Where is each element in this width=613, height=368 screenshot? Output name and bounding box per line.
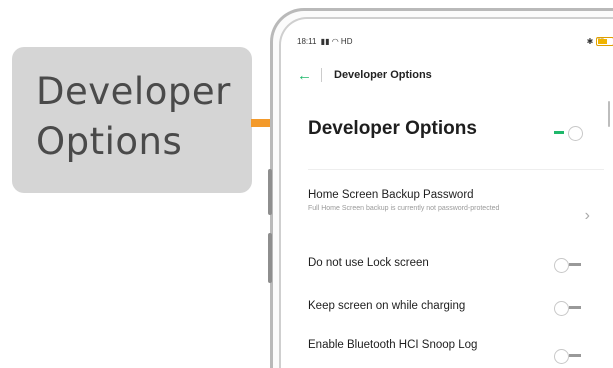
page-title: Developer Options <box>334 69 432 81</box>
volume-button <box>268 169 272 215</box>
section-title: Developer Options <box>308 118 477 139</box>
item-title: Home Screen Backup Password <box>308 189 474 201</box>
battery-icon <box>596 37 613 46</box>
status-time: 18:11 ▮▮ ◠ HD <box>297 37 353 46</box>
divider <box>308 169 604 170</box>
item-description: Full Home Screen backup is currently not… <box>308 205 500 212</box>
power-button <box>268 233 272 283</box>
chevron-right-icon: › <box>584 207 590 224</box>
phone-screen: 18:11 ▮▮ ◠ HD ✱ 77 ← Developer Options D… <box>279 17 613 368</box>
callout-text: Developer Options <box>36 70 231 163</box>
list-item-bluetooth-hci[interactable]: Enable Bluetooth HCI Snoop Log <box>308 339 604 364</box>
keep-screen-on-toggle[interactable] <box>552 301 584 316</box>
bluetooth-hci-toggle[interactable] <box>552 349 584 364</box>
network-type: HD <box>340 37 353 46</box>
developer-options-master-row[interactable]: Developer Options <box>308 118 604 152</box>
signal-icon: ▮▮ ◠ <box>320 37 339 46</box>
status-bar: 18:11 ▮▮ ◠ HD ✱ 77 <box>297 37 613 51</box>
app-bar: ← Developer Options <box>297 65 604 85</box>
bluetooth-icon: ✱ <box>586 37 594 46</box>
scrollbar[interactable] <box>608 101 610 127</box>
developer-options-toggle[interactable] <box>552 126 584 141</box>
list-item-keep-screen-on[interactable]: Keep screen on while charging <box>308 300 604 316</box>
back-arrow-icon[interactable]: ← <box>297 67 317 84</box>
status-right: ✱ 77 <box>586 37 613 46</box>
lock-screen-toggle[interactable] <box>552 258 584 273</box>
list-item-lock-screen[interactable]: Do not use Lock screen <box>308 257 604 273</box>
list-item-backup-password[interactable]: Home Screen Backup Password Full Home Sc… <box>308 189 604 224</box>
phone-frame: 18:11 ▮▮ ◠ HD ✱ 77 ← Developer Options D… <box>268 8 613 368</box>
callout-label: Developer Options <box>12 47 252 193</box>
title-divider <box>321 68 322 82</box>
